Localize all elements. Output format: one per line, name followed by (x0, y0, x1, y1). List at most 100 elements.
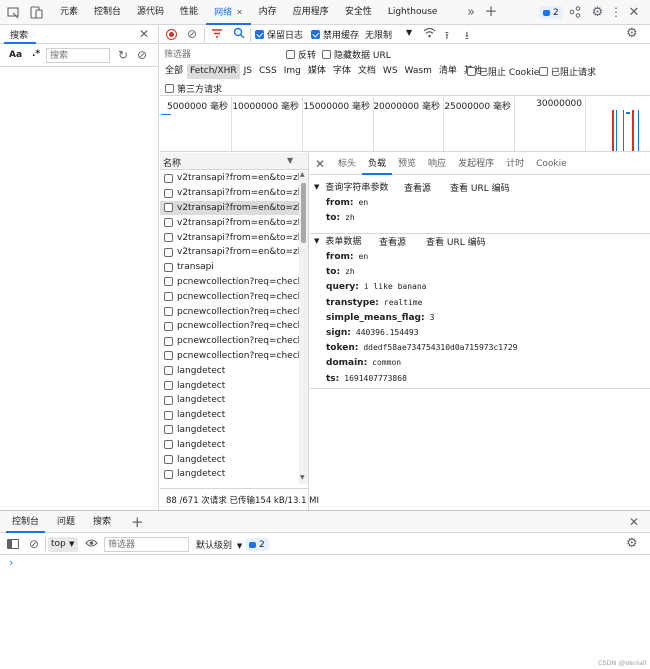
refresh-icon[interactable]: ↻ (118, 48, 128, 62)
request-row[interactable]: langdetect (160, 437, 300, 452)
context-selector[interactable]: top ▼ (48, 537, 78, 552)
scroll-down-icon[interactable]: ▼ (300, 474, 305, 481)
query-view-url-encoded-link[interactable]: 查看 URL 编码 (450, 181, 510, 194)
type-filter-2[interactable]: JS (241, 64, 255, 79)
blocked-requests-checkbox[interactable] (539, 67, 548, 76)
form-section-header[interactable]: ▼ 表单数据 (314, 234, 361, 248)
detail-tab[interactable]: 发起程序 (452, 153, 500, 175)
preserve-log-checkbox[interactable] (255, 30, 264, 39)
match-case-toggle[interactable]: Aa (9, 50, 22, 60)
request-list-scrollbar[interactable]: ▲ ▼ (299, 171, 308, 484)
panel-tab[interactable]: 安全性 (337, 0, 380, 25)
request-row[interactable]: transapi (160, 260, 300, 275)
search-network-icon[interactable] (233, 27, 245, 39)
request-row[interactable]: v2transapi?from=en&to=zh (160, 171, 300, 186)
type-filter-6[interactable]: 字体 (330, 64, 354, 79)
panel-tab[interactable]: 应用程序 (285, 0, 337, 25)
share-icon[interactable] (568, 5, 582, 19)
request-row[interactable]: langdetect (160, 452, 300, 467)
request-row[interactable]: v2transapi?from=en&to=zh (160, 230, 300, 245)
close-drawer-icon[interactable]: ✕ (629, 515, 639, 529)
live-expression-eye-icon[interactable] (85, 538, 98, 548)
scroll-up-icon[interactable]: ▲ (300, 171, 305, 178)
type-filter-3[interactable]: CSS (256, 64, 280, 79)
type-filter-8[interactable]: WS (380, 64, 401, 79)
record-button[interactable] (166, 29, 177, 40)
detail-tab[interactable]: 预览 (392, 153, 422, 175)
request-row[interactable]: v2transapi?from=en&to=zh (160, 186, 300, 201)
request-row[interactable]: langdetect (160, 408, 300, 423)
close-detail-icon[interactable]: ✕ (315, 157, 325, 171)
request-row[interactable]: pcnewcollection?req=check (160, 289, 300, 304)
detail-tab[interactable]: 负载 (362, 153, 393, 175)
network-conditions-icon[interactable] (423, 27, 436, 39)
request-row[interactable]: pcnewcollection?req=check (160, 275, 300, 290)
import-har-icon[interactable]: ⭱ (445, 27, 449, 46)
console-issues-badge[interactable]: 2 (245, 538, 269, 551)
panel-tab[interactable]: 网络 ✕ (206, 0, 251, 25)
export-har-icon[interactable]: ⭳ (465, 27, 469, 46)
hide-data-urls-checkbox[interactable] (322, 50, 331, 59)
request-row[interactable]: v2transapi?from=en&to=zh (160, 245, 300, 260)
type-filter-1[interactable]: Fetch/XHR (187, 64, 240, 79)
more-options-icon[interactable]: ⋮ (610, 4, 622, 20)
more-tabs-icon[interactable]: » (465, 4, 477, 20)
blocked-cookies-checkbox[interactable] (467, 67, 476, 76)
request-row[interactable]: pcnewcollection?req=check (160, 319, 300, 334)
settings-gear-icon[interactable]: ⚙ (590, 4, 605, 20)
throttling-select[interactable]: 无限制 ▼ (365, 28, 417, 41)
detail-tab[interactable]: 响应 (422, 153, 452, 175)
request-row[interactable]: langdetect (160, 393, 300, 408)
request-row[interactable]: langdetect (160, 378, 300, 393)
type-filter-4[interactable]: Img (281, 64, 304, 79)
console-prompt-icon[interactable]: › (9, 556, 13, 569)
disable-cache-checkbox[interactable] (311, 30, 320, 39)
request-row[interactable]: v2transapi?from=en&to=zh (160, 200, 300, 216)
drawer-tab[interactable]: 搜索 (87, 511, 117, 533)
active-tab-close-icon[interactable]: ✕ (236, 8, 243, 17)
request-row[interactable]: pcnewcollection?req=check (160, 349, 300, 364)
panel-tab[interactable]: 内存 (251, 0, 285, 25)
filter-funnel-icon[interactable] (211, 28, 224, 40)
add-tab-icon[interactable]: + (484, 2, 498, 20)
type-filter-0[interactable]: 全部 (162, 64, 186, 79)
panel-tab[interactable]: 元素 (52, 0, 86, 25)
form-view-url-encoded-link[interactable]: 查看 URL 编码 (426, 235, 486, 248)
panel-tab[interactable]: Lighthouse (380, 0, 446, 25)
filter-input[interactable] (162, 47, 276, 62)
close-devtools-icon[interactable]: ✕ (627, 4, 641, 20)
drawer-tab[interactable]: 问题 (51, 511, 81, 533)
detail-tab[interactable]: 标头 (332, 153, 362, 175)
inspect-element-icon[interactable] (6, 5, 20, 19)
sidebar-toggle-icon[interactable] (7, 539, 19, 549)
panel-tab[interactable]: 性能 (172, 0, 206, 25)
search-input[interactable] (46, 48, 110, 63)
request-row[interactable]: v2transapi?from=en&to=zh (160, 215, 300, 230)
request-list-header[interactable]: 名称 ▼ (160, 153, 308, 170)
log-levels-select[interactable]: 默认级别 ▼ (196, 538, 242, 551)
issues-badge[interactable]: 2 (539, 6, 563, 19)
clear-console-icon[interactable]: ⊘ (29, 537, 39, 551)
request-row[interactable]: pcnewcollection?req=check (160, 334, 300, 349)
type-filter-7[interactable]: 文档 (355, 64, 379, 79)
search-panel-title[interactable]: 搜索 (10, 28, 28, 41)
detail-tab[interactable]: Cookie (530, 153, 573, 175)
invert-checkbox[interactable] (286, 50, 295, 59)
query-view-source-link[interactable]: 查看源 (404, 181, 431, 194)
panel-tab[interactable]: 控制台 (86, 0, 129, 25)
regex-toggle[interactable]: .* (32, 49, 40, 59)
type-filter-5[interactable]: 媒体 (305, 64, 329, 79)
scrollbar-thumb[interactable] (301, 183, 306, 243)
form-view-source-link[interactable]: 查看源 (379, 235, 406, 248)
clear-log-icon[interactable]: ⊘ (187, 27, 197, 41)
console-settings-icon[interactable]: ⚙ (626, 536, 638, 551)
request-row[interactable]: langdetect (160, 467, 300, 482)
drawer-tab[interactable]: 控制台 (6, 511, 46, 533)
request-row[interactable]: langdetect (160, 363, 300, 378)
request-row[interactable]: pcnewcollection?req=check (160, 304, 300, 319)
console-filter-input[interactable] (104, 537, 189, 552)
close-search-icon[interactable]: ✕ (139, 27, 149, 41)
network-settings-icon[interactable]: ⚙ (626, 26, 638, 41)
add-drawer-tab-icon[interactable]: + (131, 513, 144, 531)
timeline-overview[interactable]: 5000000 毫秒 10000000 毫秒 15000000 毫秒 20000000… (160, 97, 650, 152)
